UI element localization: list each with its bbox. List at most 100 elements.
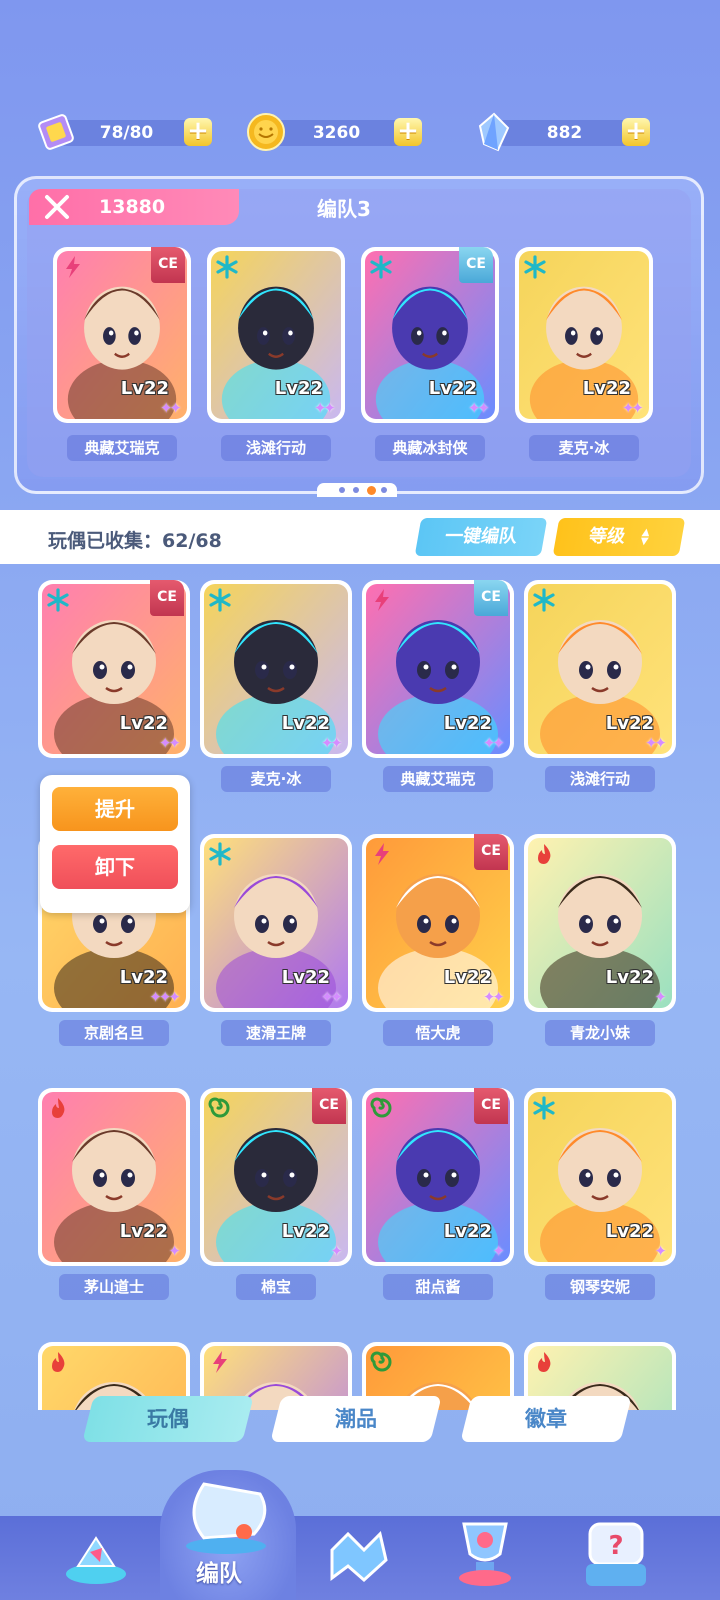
doll-name-tag: 钢琴安妮 bbox=[545, 1274, 655, 1300]
page-dot bbox=[353, 487, 359, 493]
doll-card[interactable]: Lv22 ✦ bbox=[524, 1088, 676, 1266]
doll-stars: ✦✦ bbox=[320, 988, 343, 1006]
doll-name-tag: 麦克·冰 bbox=[221, 766, 331, 792]
team-power-badge: 13880 bbox=[29, 189, 239, 225]
auto-team-label: 一键编队 bbox=[443, 526, 519, 547]
doll-name-tag: 棉宝 bbox=[236, 1274, 316, 1300]
add-gem-button[interactable]: + bbox=[622, 118, 650, 146]
doll-stars: ✦ bbox=[492, 1242, 504, 1260]
doll-stars: ✦✦ bbox=[482, 988, 505, 1006]
ice-element-icon bbox=[215, 255, 239, 279]
doll-card[interactable]: Lv22 ✦✦ bbox=[200, 580, 352, 758]
coin-icon bbox=[247, 113, 285, 151]
doll-level: Lv22 bbox=[281, 1221, 330, 1242]
wind-element-icon bbox=[370, 1096, 394, 1120]
ce-badge: CE bbox=[474, 1088, 508, 1124]
gem-count: 882 bbox=[546, 123, 583, 143]
doll-name-tag: 麦克·冰 bbox=[529, 435, 639, 461]
ice-element-icon bbox=[208, 588, 232, 612]
doll-stars: ✦ bbox=[654, 1242, 666, 1260]
ice-element-icon bbox=[46, 588, 70, 612]
puzzle-icon[interactable] bbox=[316, 1520, 396, 1592]
ce-badge: CE bbox=[474, 834, 508, 870]
doll-level: Lv22 bbox=[443, 1221, 492, 1242]
doll-stars: ✦ bbox=[654, 988, 666, 1006]
lightning-element-icon bbox=[208, 1350, 232, 1374]
doll-level: Lv22 bbox=[274, 378, 323, 399]
sort-arrows-icon: ▲ ▼ bbox=[639, 527, 651, 547]
ice-element-icon bbox=[532, 588, 556, 612]
doll-card[interactable]: CE Lv22 ✦ bbox=[362, 1088, 514, 1266]
bottom-nav: 编队 ? bbox=[0, 1470, 720, 1600]
page-indicator bbox=[317, 483, 397, 497]
nav-label-team: 编队 bbox=[196, 1561, 242, 1587]
ce-badge: CE bbox=[459, 247, 493, 283]
gacha-machine-icon[interactable]: ? bbox=[576, 1516, 656, 1592]
tab-trendy-items[interactable]: 潮品 bbox=[270, 1396, 442, 1442]
doll-name-tag: 浅滩行动 bbox=[545, 766, 655, 792]
lightning-element-icon bbox=[61, 255, 85, 279]
crystal-icon bbox=[478, 112, 510, 152]
doll-card[interactable]: CE Lv22 ✦ bbox=[200, 1088, 352, 1266]
add-ticket-button[interactable]: + bbox=[184, 118, 212, 146]
doll-level: Lv22 bbox=[605, 713, 654, 734]
doll-level: Lv22 bbox=[119, 967, 168, 988]
doll-level: Lv22 bbox=[119, 713, 168, 734]
upgrade-button[interactable]: 提升 bbox=[52, 787, 178, 831]
collection-header: 玩偶已收集：62/68 一键编队 等级 ▲ ▼ bbox=[0, 510, 720, 564]
doll-name-tag: 典藏艾瑞克 bbox=[383, 766, 493, 792]
unload-button[interactable]: 卸下 bbox=[52, 845, 178, 889]
doll-stars: ✦✦ bbox=[159, 399, 182, 417]
doll-stars: ✦ bbox=[168, 1242, 180, 1260]
doll-card[interactable]: Lv22 ✦✦ bbox=[524, 580, 676, 758]
doll-level: Lv22 bbox=[281, 967, 330, 988]
doll-name-tag: 甜点酱 bbox=[383, 1274, 493, 1300]
crossed-swords-icon bbox=[45, 195, 69, 219]
tab-dolls[interactable]: 玩偶 bbox=[82, 1396, 254, 1442]
ice-element-icon bbox=[208, 842, 232, 866]
add-coin-button[interactable]: + bbox=[394, 118, 422, 146]
doll-card[interactable]: CE Lv22 ✦✦ bbox=[362, 580, 514, 758]
wind-element-icon bbox=[370, 1350, 394, 1374]
doll-name-tag: 悟大虎 bbox=[383, 1020, 493, 1046]
doll-card[interactable]: Lv22 ✦ bbox=[524, 834, 676, 1012]
ce-badge: CE bbox=[151, 247, 185, 283]
ice-element-icon bbox=[369, 255, 393, 279]
doll-card[interactable]: Lv22 ✦✦ bbox=[200, 834, 352, 1012]
ice-element-icon bbox=[532, 1096, 556, 1120]
doll-stars: ✦✦ bbox=[621, 399, 644, 417]
ce-badge: CE bbox=[150, 580, 184, 616]
page-dot bbox=[339, 487, 345, 493]
team-power-value: 13880 bbox=[99, 196, 166, 218]
doll-action-popup: 提升 卸下 bbox=[40, 775, 190, 913]
doll-name-tag: 速滑王牌 bbox=[221, 1020, 331, 1046]
lightning-element-icon bbox=[370, 842, 394, 866]
whistle-icon[interactable] bbox=[174, 1474, 284, 1558]
sort-label: 等级 bbox=[587, 526, 627, 547]
sort-by-level-button[interactable]: 等级 ▲ ▼ bbox=[552, 518, 686, 556]
doll-card[interactable]: CE Lv22 ✦✦ bbox=[362, 834, 514, 1012]
doll-card[interactable]: Lv22 ✦✦ bbox=[515, 247, 653, 423]
doll-stars: ✦✦ bbox=[158, 734, 181, 752]
doll-card[interactable]: CE Lv22 ✦✦ bbox=[38, 580, 190, 758]
ticket-count: 78/80 bbox=[99, 123, 154, 143]
doll-stars: ✦✦ bbox=[467, 399, 490, 417]
doll-stars: ✦✦ bbox=[644, 734, 667, 752]
ticket-icon bbox=[38, 114, 74, 150]
trophy-icon[interactable] bbox=[440, 1514, 530, 1592]
auto-team-button[interactable]: 一键编队 bbox=[414, 518, 548, 556]
tab-badges[interactable]: 徽章 bbox=[460, 1396, 632, 1442]
page-dot bbox=[367, 486, 376, 495]
home-icon[interactable] bbox=[56, 1518, 136, 1590]
fire-element-icon bbox=[532, 1350, 556, 1374]
doll-card[interactable]: Lv22 ✦✦ bbox=[207, 247, 345, 423]
doll-card[interactable]: Lv22 ✦ bbox=[38, 1088, 190, 1266]
doll-card[interactable]: CE Lv22 ✦✦ bbox=[361, 247, 499, 423]
doll-name-tag: 典藏艾瑞克 bbox=[67, 435, 177, 461]
page-dot bbox=[381, 487, 387, 493]
doll-level: Lv22 bbox=[605, 967, 654, 988]
doll-card[interactable]: CE Lv22 ✦✦ bbox=[53, 247, 191, 423]
ce-badge: CE bbox=[474, 580, 508, 616]
fire-element-icon bbox=[46, 1350, 70, 1374]
doll-name-tag: 典藏冰封侠 bbox=[375, 435, 485, 461]
